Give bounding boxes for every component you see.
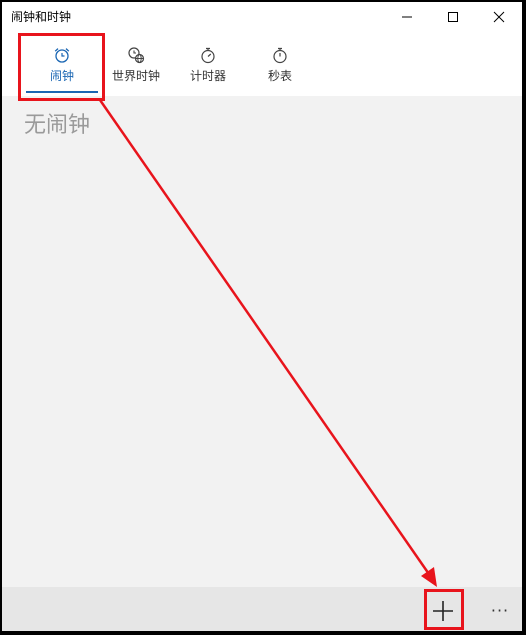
tab-label: 计时器 xyxy=(189,69,226,83)
tab-stopwatch[interactable]: 秒表 xyxy=(252,32,308,96)
tab-label: 世界时钟 xyxy=(111,69,160,83)
title-bar: 闹钟和时钟 xyxy=(2,2,522,32)
command-bar: ··· xyxy=(2,587,522,631)
timer-icon xyxy=(199,46,217,64)
stopwatch-icon xyxy=(271,46,289,64)
empty-state-text: 无闹钟 xyxy=(24,113,91,138)
alarm-clock-icon xyxy=(53,46,71,64)
plus-icon xyxy=(433,601,453,621)
add-alarm-button[interactable] xyxy=(424,593,462,629)
maximize-icon xyxy=(448,12,458,22)
window-title: 闹钟和时钟 xyxy=(11,10,72,24)
alarm-list-area: 无闹钟 xyxy=(2,96,522,587)
active-tab-indicator xyxy=(26,91,98,93)
app-window: 闹钟和时钟 闹钟 世界时钟 计时器 秒表 无闹钟 ··· xyxy=(2,2,522,631)
tab-world-clock[interactable]: 世界时钟 xyxy=(104,32,168,96)
tab-alarm[interactable]: 闹钟 xyxy=(26,32,98,96)
tab-timer[interactable]: 计时器 xyxy=(178,32,238,96)
minimize-icon xyxy=(402,16,412,18)
world-clock-icon xyxy=(127,46,145,64)
maximize-button[interactable] xyxy=(430,2,476,32)
minimize-button[interactable] xyxy=(384,2,430,32)
tab-label: 秒表 xyxy=(267,69,292,83)
close-button[interactable] xyxy=(476,2,522,32)
more-options-button[interactable]: ··· xyxy=(484,595,516,625)
tab-bar: 闹钟 世界时钟 计时器 秒表 xyxy=(2,32,522,96)
tab-label: 闹钟 xyxy=(49,69,74,83)
close-icon xyxy=(493,11,505,23)
